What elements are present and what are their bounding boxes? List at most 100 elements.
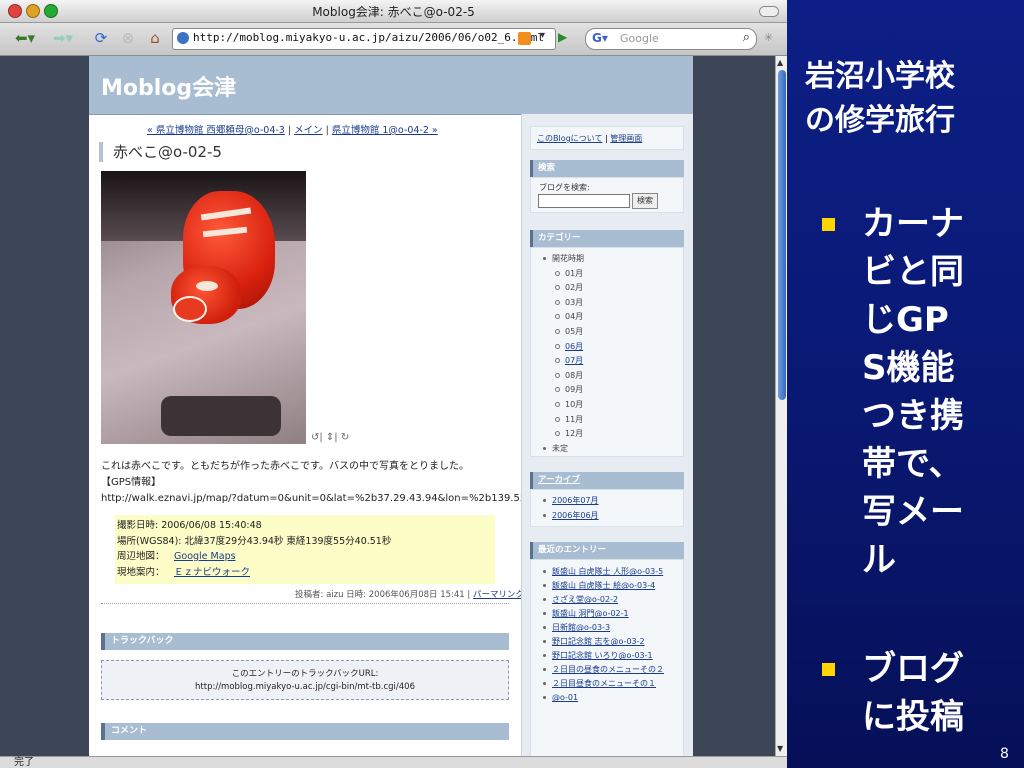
eznavi-link[interactable]: Ｅｚナビウォーク	[174, 567, 250, 578]
search-engine-icon[interactable]: G▾	[592, 31, 608, 45]
map-row: 周辺地図： Google Maps	[117, 551, 236, 562]
search-bar[interactable]: G▾ Google ⌕	[585, 28, 757, 50]
recent-entry-link[interactable]: 飯盛山 白虎隊士 絵@o-03-4	[543, 580, 664, 591]
shot-time-row: 撮影日時: 2006/06/08 15:40:48	[117, 520, 262, 531]
category-month: 11月	[543, 413, 584, 428]
about-blog-link[interactable]: このBlogについて	[537, 134, 602, 143]
gps-info-box: 撮影日時: 2006/06/08 15:40:48 場所(WGS84): 北緯3…	[115, 515, 495, 584]
entry-body-line: これは赤べこです。ともだちが作った赤べこです。バスの中で写真をとりました。	[101, 461, 469, 472]
category-month: 12月	[543, 427, 584, 442]
category-month: 04月	[543, 310, 584, 325]
site-favicon-icon	[177, 32, 189, 44]
category-month: 01月	[543, 267, 584, 282]
recent-entry-link[interactable]: ２日目の昼食のメニューその２	[543, 664, 664, 675]
go-button[interactable]: ▶	[558, 30, 567, 44]
permalink-link[interactable]: パーマリンク	[473, 590, 524, 600]
stop-icon: ⊗	[121, 29, 135, 47]
category-month-link[interactable]: 06月	[543, 340, 584, 355]
category-month: 03月	[543, 296, 584, 311]
play-icon: ▶	[558, 30, 568, 44]
blog-title[interactable]: Moblog会津	[101, 70, 236, 102]
search-header: 検索	[530, 160, 684, 177]
url-text: http://moblog.miyakyo-u.ac.jp/aizu/2006/…	[193, 31, 544, 44]
blog-sidebar: このBlogについて | 管理画面 検索 ブログを検索: 検索 カテゴリー 開花…	[521, 114, 693, 756]
recent-entry-link[interactable]: 野口記念館 志を@o-03-2	[543, 636, 664, 647]
sidebar-links: このBlogについて | 管理画面	[530, 126, 684, 150]
vertical-scrollbar[interactable]: ▲ ▼	[775, 56, 787, 756]
rss-dropdown-icon[interactable]: ▾	[540, 30, 545, 41]
trackback-label: このエントリーのトラックバックURL:	[231, 669, 379, 679]
window-title: Moblog会津: 赤べこ@o-02-5	[312, 5, 475, 19]
bullet-text: カーナ ビと同 じGP S機能 つき携 帯で、 写メー ル	[862, 204, 964, 580]
entry-title: 赤べこ@o-02-5	[99, 142, 222, 162]
gps-url-line: http://walk.eznavi.jp/map/?datum=0&unit=…	[101, 493, 566, 504]
trackback-box: このエントリーのトラックバックURL: http://moblog.miyaky…	[101, 660, 509, 700]
toolbar-toggle-button[interactable]	[759, 6, 779, 17]
divider	[101, 603, 509, 604]
next-entry-link[interactable]: 県立博物館 1@o-04-2 »	[332, 125, 438, 136]
home-icon: ⌂	[150, 29, 160, 47]
reload-button[interactable]: ⟳	[90, 28, 112, 48]
nav-toolbar: ⬅▾ ➡▾ ⟳ ⊗ ⌂ http://moblog.miyakyo-u.ac.j…	[0, 23, 787, 56]
trackback-header: トラックバック	[101, 633, 509, 650]
google-maps-link[interactable]: Google Maps	[174, 551, 236, 562]
blog-header: Moblog会津	[89, 56, 693, 115]
scrollbar-thumb[interactable]	[778, 70, 786, 400]
reload-icon: ⟳	[94, 29, 108, 47]
back-arrow-icon: ⬅▾	[14, 29, 36, 47]
recent-entry-link[interactable]: さざえ堂@o-02-2	[543, 594, 664, 605]
main-link[interactable]: メイン	[294, 125, 323, 136]
recent-entries-list: 飯盛山 白虎隊士 人形@o-03-5 飯盛山 白虎隊士 絵@o-03-4 さざえ…	[543, 566, 664, 706]
trackback-url: http://moblog.miyakyo-u.ac.jp/cgi-bin/mt…	[195, 682, 415, 692]
category-panel: 開花時期 01月 02月 03月 04月 05月 06月 07月 08月 09月…	[530, 247, 684, 457]
category-item: 開花時期	[543, 252, 584, 267]
category-list: 開花時期 01月 02月 03月 04月 05月 06月 07月 08月 09月…	[543, 252, 584, 456]
category-header: カテゴリー	[530, 230, 684, 247]
home-button[interactable]: ⌂	[144, 28, 166, 48]
category-month: 02月	[543, 281, 584, 296]
recent-entry-link[interactable]: 飯盛山 洞門@o-02-1	[543, 608, 664, 619]
back-button[interactable]: ⬅▾	[10, 28, 40, 48]
blog-search-input[interactable]	[538, 194, 630, 208]
web-viewport: Moblog会津 « 県立博物館 西郷頼母@o-04-3 | メイン | 県立博…	[0, 56, 775, 756]
forward-button[interactable]: ➡▾	[48, 28, 78, 48]
recent-entry-link[interactable]: 日新館@o-03-3	[543, 622, 664, 633]
admin-link[interactable]: 管理画面	[610, 134, 642, 143]
status-bar: 完了	[0, 756, 787, 768]
scroll-up-icon[interactable]: ▲	[777, 58, 783, 67]
rotate-image-icons[interactable]: ↺| ⇕| ↻	[311, 432, 349, 443]
entry-body-line: 【GPS情報】	[101, 477, 162, 488]
category-month: 05月	[543, 325, 584, 340]
yellow-square-bullet-icon	[822, 218, 835, 231]
recent-entry-link[interactable]: ２日目昼食のメニューその１	[543, 678, 664, 689]
search-placeholder: Google	[620, 32, 659, 45]
category-month: 08月	[543, 369, 584, 384]
recent-entry-link[interactable]: @o-01	[543, 692, 664, 703]
stop-button[interactable]: ⊗	[118, 28, 138, 48]
forward-arrow-icon: ➡▾	[52, 29, 74, 47]
category-month: 10月	[543, 398, 584, 413]
archive-panel: 2006年07月 2006年06月	[530, 489, 684, 527]
archive-link[interactable]: 2006年06月	[543, 509, 599, 524]
category-month-link[interactable]: 07月	[543, 354, 584, 369]
search-panel: ブログを検索: 検索	[530, 177, 684, 213]
activity-spinner-icon: ✳	[764, 31, 774, 44]
recent-entry-link[interactable]: 野口記念館 いろり@o-03-1	[543, 650, 664, 661]
browser-window: Moblog会津: 赤べこ@o-02-5 ⬅▾ ➡▾ ⟳ ⊗ ⌂ http://…	[0, 0, 787, 768]
nav-separator: |	[322, 125, 332, 136]
blog-search-button[interactable]: 検索	[632, 193, 658, 209]
nav-separator: |	[284, 125, 295, 136]
title-bar: Moblog会津: 赤べこ@o-02-5	[0, 0, 787, 23]
recent-entry-link[interactable]: 飯盛山 白虎隊士 人形@o-03-5	[543, 566, 664, 577]
rss-feed-icon[interactable]	[518, 32, 531, 45]
archive-link[interactable]: 2006年07月	[543, 494, 599, 509]
archive-header[interactable]: アーカイブ	[530, 472, 684, 489]
slide-page-number: 8	[1000, 746, 1009, 762]
entry-body: これは赤べこです。ともだちが作った赤べこです。バスの中で写真をとりました。 【G…	[101, 459, 566, 507]
prev-entry-link[interactable]: « 県立博物館 西郷頼母@o-04-3	[147, 125, 285, 136]
url-bar[interactable]: http://moblog.miyakyo-u.ac.jp/aizu/2006/…	[172, 28, 556, 50]
magnifier-icon[interactable]: ⌕	[743, 30, 750, 45]
scroll-down-icon[interactable]: ▼	[777, 744, 783, 753]
yellow-square-bullet-icon	[822, 663, 835, 676]
category-item: 未定	[543, 442, 584, 457]
